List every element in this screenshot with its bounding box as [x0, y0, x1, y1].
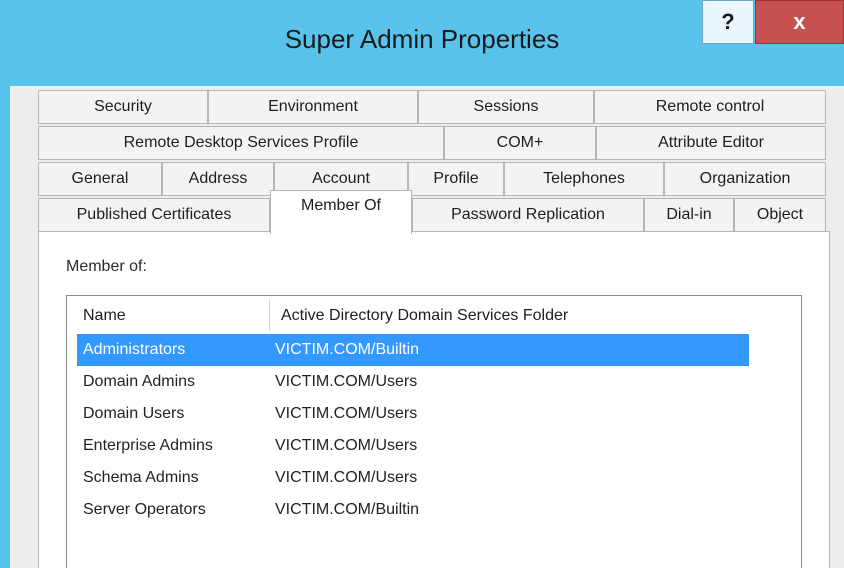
group-name: Domain Admins — [83, 373, 196, 390]
tab-member-of[interactable]: Member Of — [270, 190, 412, 234]
tab-general[interactable]: General — [38, 162, 162, 196]
tab-telephones[interactable]: Telephones — [504, 162, 664, 196]
group-folder: VICTIM.COM/Users — [275, 469, 418, 486]
tab-address[interactable]: Address — [162, 162, 274, 196]
group-name: Schema Admins — [83, 469, 199, 486]
list-item[interactable]: Administrators VICTIM.COM/Builtin — [77, 334, 749, 366]
group-name: Enterprise Admins — [83, 437, 213, 454]
list-item[interactable]: Domain Users VICTIM.COM/Users — [77, 398, 749, 430]
tab-dial-in[interactable]: Dial-in — [644, 198, 734, 232]
group-name: Server Operators — [83, 501, 206, 518]
list-item[interactable]: Domain Admins VICTIM.COM/Users — [77, 366, 749, 398]
tab-attribute-editor[interactable]: Attribute Editor — [596, 126, 826, 160]
tab-profile[interactable]: Profile — [408, 162, 504, 196]
title-bar[interactable]: Super Admin Properties ? x — [0, 0, 844, 86]
tab-object[interactable]: Object — [734, 198, 826, 232]
group-name: Domain Users — [83, 405, 185, 422]
group-name: Administrators — [83, 341, 186, 358]
tab-security[interactable]: Security — [38, 90, 208, 124]
column-header-name[interactable]: Name — [83, 302, 126, 330]
tab-remote-desktop-services-profile[interactable]: Remote Desktop Services Profile — [38, 126, 444, 160]
group-folder: VICTIM.COM/Users — [275, 373, 418, 390]
tab-remote-control[interactable]: Remote control — [594, 90, 826, 124]
group-folder: VICTIM.COM/Users — [275, 437, 418, 454]
column-separator[interactable] — [269, 299, 270, 331]
tab-password-replication[interactable]: Password Replication — [412, 198, 644, 232]
list-item[interactable]: Enterprise Admins VICTIM.COM/Users — [77, 430, 749, 462]
group-folder: VICTIM.COM/Builtin — [275, 501, 420, 518]
member-of-list[interactable]: Name Active Directory Domain Services Fo… — [66, 295, 802, 568]
member-of-label: Member of: — [66, 258, 147, 275]
group-folder: VICTIM.COM/Builtin — [275, 341, 420, 358]
tab-environment[interactable]: Environment — [208, 90, 418, 124]
column-header-folder[interactable]: Active Directory Domain Services Folder — [281, 302, 568, 330]
tab-sessions[interactable]: Sessions — [418, 90, 594, 124]
tab-published-certificates[interactable]: Published Certificates — [38, 198, 270, 232]
close-button[interactable]: x — [755, 0, 844, 44]
tab-com-plus[interactable]: COM+ — [444, 126, 596, 160]
group-folder: VICTIM.COM/Users — [275, 405, 418, 422]
help-button[interactable]: ? — [702, 0, 754, 44]
list-item[interactable]: Schema Admins VICTIM.COM/Users — [77, 462, 749, 494]
list-item[interactable]: Server Operators VICTIM.COM/Builtin — [77, 494, 749, 526]
tab-organization[interactable]: Organization — [664, 162, 826, 196]
